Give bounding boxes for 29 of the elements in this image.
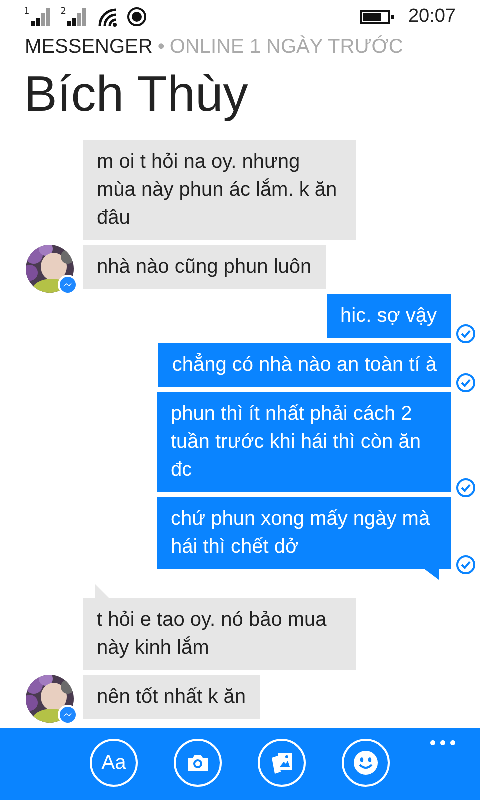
contact-name: Bích Thùy — [23, 65, 250, 124]
message-bubble: hic. sợ vậy — [326, 294, 451, 338]
sim-number: 2 — [60, 8, 66, 17]
more-icon[interactable] — [430, 740, 456, 746]
photos-button[interactable] — [258, 739, 306, 787]
app-name: MESSENGER — [25, 36, 153, 58]
signal-icon — [30, 8, 53, 26]
battery-icon — [360, 10, 394, 24]
photos-icon — [270, 751, 294, 775]
bubble-tail — [423, 568, 439, 580]
bubble-tail — [95, 584, 109, 598]
messenger-badge-icon — [58, 705, 78, 725]
message-bubble: nhà nào cũng phun luôn — [83, 245, 326, 289]
sim-number: 1 — [24, 8, 30, 17]
messenger-badge-icon — [58, 275, 78, 295]
online-status: ONLINE 1 NGÀY TRƯỚC — [170, 36, 404, 58]
camera-button[interactable] — [174, 739, 222, 787]
emoji-button[interactable] — [342, 739, 390, 787]
smiley-icon — [353, 750, 379, 776]
message-bubble: phun thì ít nhất phải cách 2 tuần trước khi hái thì còn ăn đc — [157, 392, 451, 492]
message-bubble: m oi t hỏi na oy. nhưng mùa này phun ác lắm. k ăn đâu — [83, 140, 356, 240]
location-icon — [127, 7, 148, 27]
message-bubble: nên tốt nhất k ăn — [83, 675, 260, 719]
font-button[interactable]: Aa — [90, 739, 138, 787]
wifi-icon — [97, 7, 120, 27]
camera-icon — [186, 753, 210, 773]
message-bubble: chẳng có nhà nào an toàn tí à — [158, 343, 451, 387]
separator-dot: • — [158, 36, 165, 58]
clock-time: 20:07 — [408, 6, 456, 28]
